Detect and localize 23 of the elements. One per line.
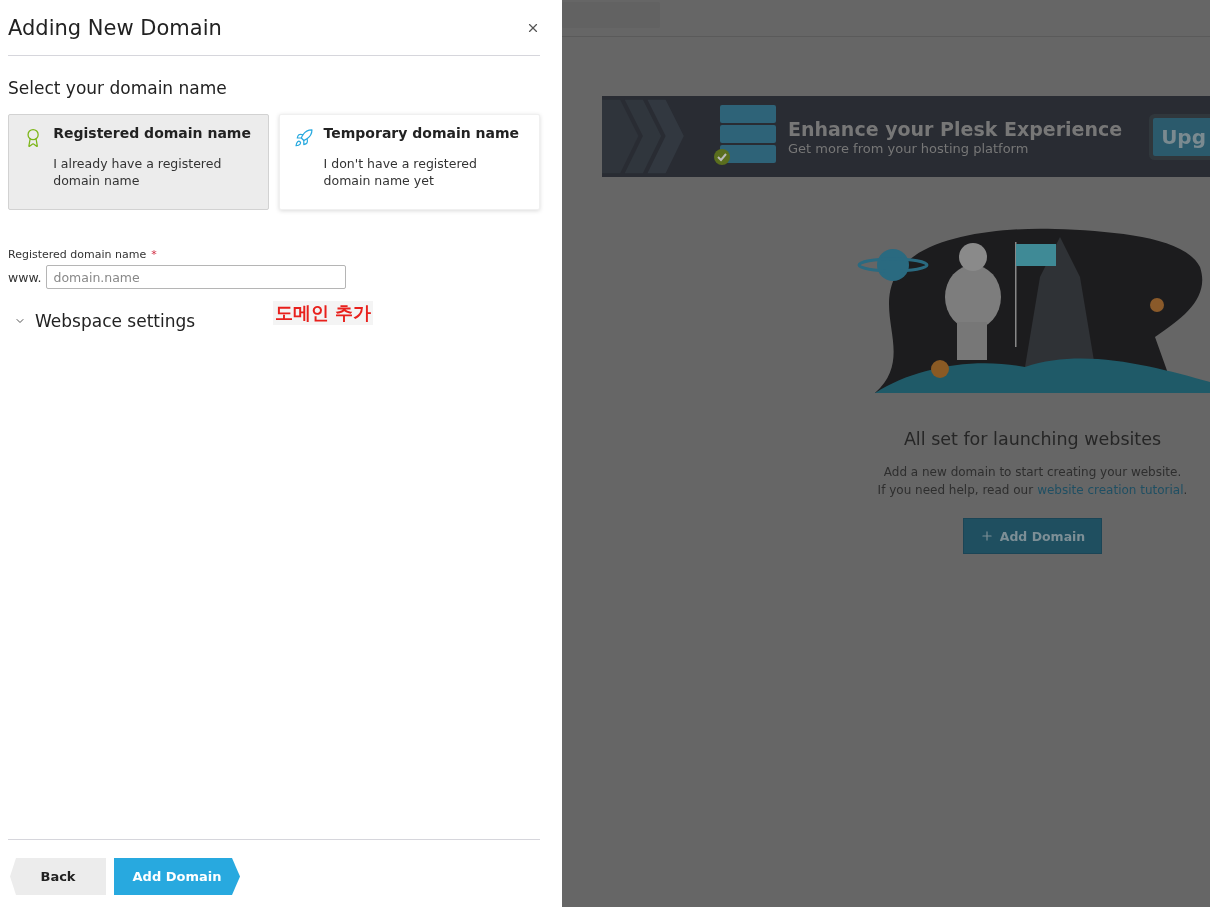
dialog-title: Adding New Domain — [8, 15, 222, 40]
section-title: Select your domain name — [8, 78, 228, 98]
domain-option-card[interactable]: Temporary domain name I don't have a registered domain name yet — [279, 114, 540, 210]
required-mark: * — [151, 248, 157, 261]
webspace-toggle[interactable]: Webspace settings — [8, 301, 196, 331]
annotation-text: 도메인 추가 — [273, 301, 374, 325]
option-description: I already have a registered domain name — [53, 155, 223, 189]
back-button[interactable]: Back — [10, 858, 106, 895]
period-text: . — [1183, 482, 1188, 499]
banner-title: Enhance your Plesk Experience — [788, 117, 1123, 141]
option-description: I don't have a registered domain name yet — [323, 155, 478, 189]
empty-state-title: All set for launching websites — [903, 429, 1162, 449]
webspace-label: Webspace settings — [35, 311, 196, 331]
banner-subtitle: Get more from your hosting platform — [788, 141, 1030, 156]
option-title: Temporary domain name — [323, 125, 521, 141]
domain-input[interactable]: domain.name — [45, 265, 346, 289]
empty-state-text: If you need help, read our — [877, 482, 1034, 499]
plus-icon — [979, 529, 994, 543]
option-title: Registered domain name — [53, 125, 252, 141]
field-label: Registered domain name — [8, 248, 147, 261]
domain-option-card[interactable]: Registered domain name I already have a registered domain name — [8, 114, 269, 210]
empty-state-text: Add a new domain to start creating your website. — [883, 464, 1182, 481]
field-prefix: www. — [8, 269, 42, 285]
